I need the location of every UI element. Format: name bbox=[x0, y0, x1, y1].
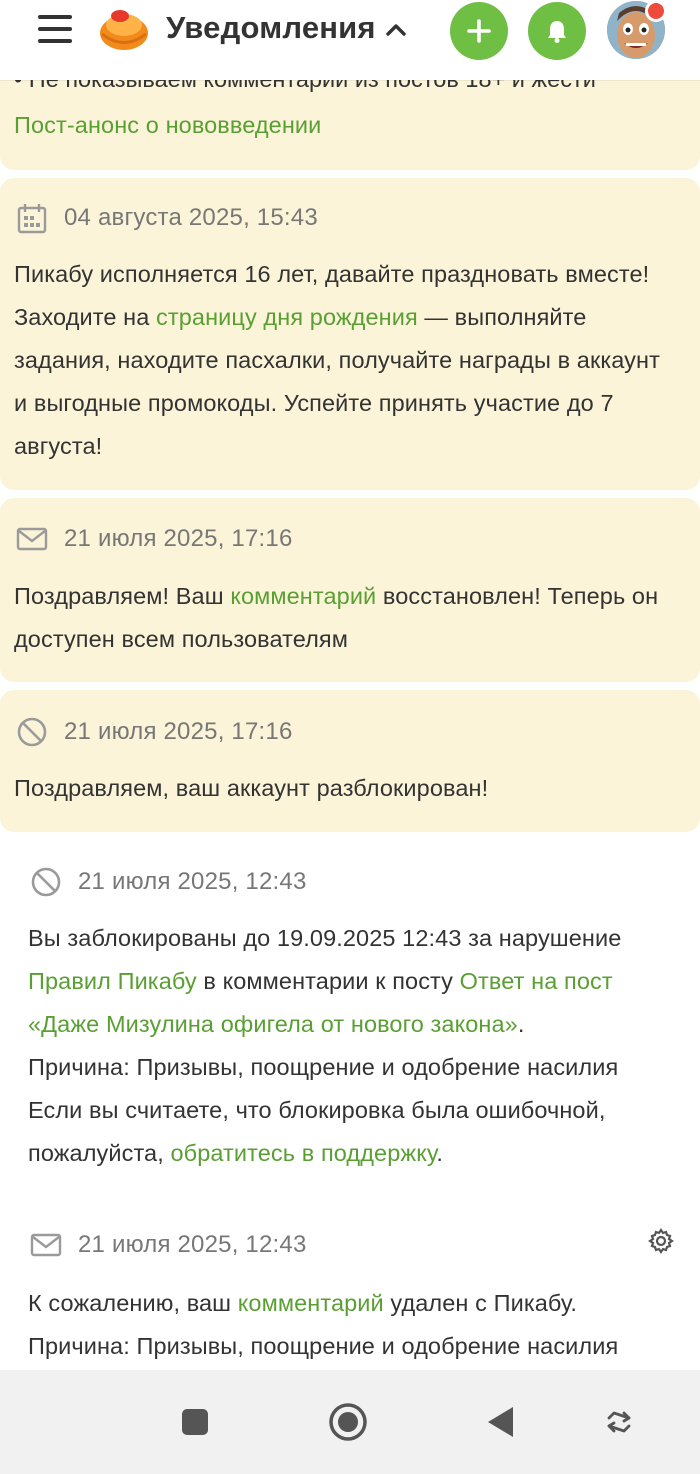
notification-date: 21 июля 2025, 17:16 bbox=[64, 718, 293, 745]
recent-apps-button[interactable] bbox=[170, 1370, 220, 1474]
notification-meta: 21 июля 2025, 17:16 bbox=[16, 523, 293, 555]
text-part: К сожалению, ваш bbox=[28, 1290, 238, 1316]
menu-icon[interactable] bbox=[38, 12, 74, 48]
unread-badge bbox=[645, 0, 667, 22]
notification-text: Пикабу исполняется 16 лет, давайте празд… bbox=[14, 253, 674, 468]
recent-apps-icon bbox=[182, 1409, 208, 1435]
home-button[interactable] bbox=[322, 1370, 374, 1474]
text-part: . bbox=[517, 1011, 525, 1037]
envelope-icon bbox=[16, 527, 48, 551]
notification-date: 04 августа 2025, 15:43 bbox=[64, 204, 318, 231]
plus-icon bbox=[467, 19, 491, 43]
add-post-button[interactable] bbox=[450, 2, 508, 60]
home-icon bbox=[329, 1403, 367, 1441]
announcement-link[interactable]: Пост-анонс о нововведении bbox=[14, 112, 321, 138]
ban-icon bbox=[31, 867, 61, 897]
text-part: удален с Пикабу. bbox=[383, 1290, 578, 1316]
text-part: Поздравляем! Ваш bbox=[14, 583, 231, 609]
comment-link[interactable]: комментарий bbox=[230, 583, 376, 609]
notification-date: 21 июля 2025, 17:16 bbox=[64, 525, 293, 552]
pikabu-logo[interactable] bbox=[96, 3, 150, 53]
notification-date: 21 июля 2025, 12:43 bbox=[78, 1231, 307, 1258]
text-part: Вы заблокированы до 19.09.2025 12:43 за … bbox=[28, 925, 622, 951]
notification-text: Поздравляем! Ваш комментарий восстановле… bbox=[14, 575, 684, 661]
gear-icon[interactable] bbox=[648, 1228, 674, 1254]
envelope-icon bbox=[30, 1233, 62, 1257]
notification-card: 04 августа 2025, 15:43 Пикабу исполняетс… bbox=[0, 178, 700, 490]
delete-reason: Причина: Призывы, поощрение и одобрение … bbox=[28, 1333, 619, 1359]
comment-link[interactable]: комментарий bbox=[238, 1290, 384, 1316]
notification-card: 21 июля 2025, 17:16 Поздравляем, ваш акк… bbox=[0, 690, 700, 832]
rotate-icon bbox=[607, 1411, 631, 1433]
block-reason: Причина: Призывы, поощрение и одобрение … bbox=[28, 1054, 619, 1080]
notification-meta: 04 августа 2025, 15:43 bbox=[16, 202, 318, 234]
calendar-icon bbox=[17, 204, 47, 234]
text-part: в комментарии к посту bbox=[196, 968, 460, 994]
text-part: . bbox=[436, 1140, 443, 1166]
notifications-button[interactable] bbox=[528, 2, 586, 60]
ban-icon bbox=[17, 717, 47, 747]
back-button[interactable] bbox=[480, 1370, 520, 1474]
birthday-page-link[interactable]: страницу дня рождения bbox=[156, 304, 418, 330]
rules-link[interactable]: Правил Пикабу bbox=[28, 968, 197, 994]
notification-date: 21 июля 2025, 12:43 bbox=[78, 868, 307, 895]
notification-card: 21 июля 2025, 12:43 К сожалению, ваш ком… bbox=[0, 1204, 700, 1374]
system-nav-bar bbox=[0, 1370, 700, 1474]
notification-text: К сожалению, ваш комментарий удален с Пи… bbox=[28, 1282, 678, 1368]
notification-card: 21 июля 2025, 12:43 Вы заблокированы до … bbox=[0, 840, 700, 1190]
app-header: Уведомления bbox=[0, 0, 700, 80]
notification-meta: 21 июля 2025, 17:16 bbox=[16, 716, 293, 748]
notifications-screen: • Не показываем комментарии из постов 18… bbox=[0, 0, 700, 1474]
notification-text: Вы заблокированы до 19.09.2025 12:43 за … bbox=[28, 917, 678, 1175]
rotate-button[interactable] bbox=[598, 1370, 640, 1474]
notification-link[interactable]: Пост-анонс о нововведении bbox=[14, 104, 321, 147]
bell-icon bbox=[548, 21, 566, 43]
notification-meta: 21 июля 2025, 12:43 bbox=[30, 1229, 307, 1261]
notification-text: Поздравляем, ваш аккаунт разблокирован! bbox=[14, 775, 489, 801]
page-title[interactable]: Уведомления bbox=[166, 10, 376, 46]
back-icon bbox=[488, 1407, 513, 1437]
notification-card: 21 июля 2025, 17:16 Поздравляем! Ваш ком… bbox=[0, 498, 700, 682]
notification-meta: 21 июля 2025, 12:43 bbox=[30, 866, 307, 898]
chevron-up-icon[interactable] bbox=[385, 19, 407, 41]
support-link[interactable]: обратитесь в поддержку bbox=[171, 1140, 437, 1166]
